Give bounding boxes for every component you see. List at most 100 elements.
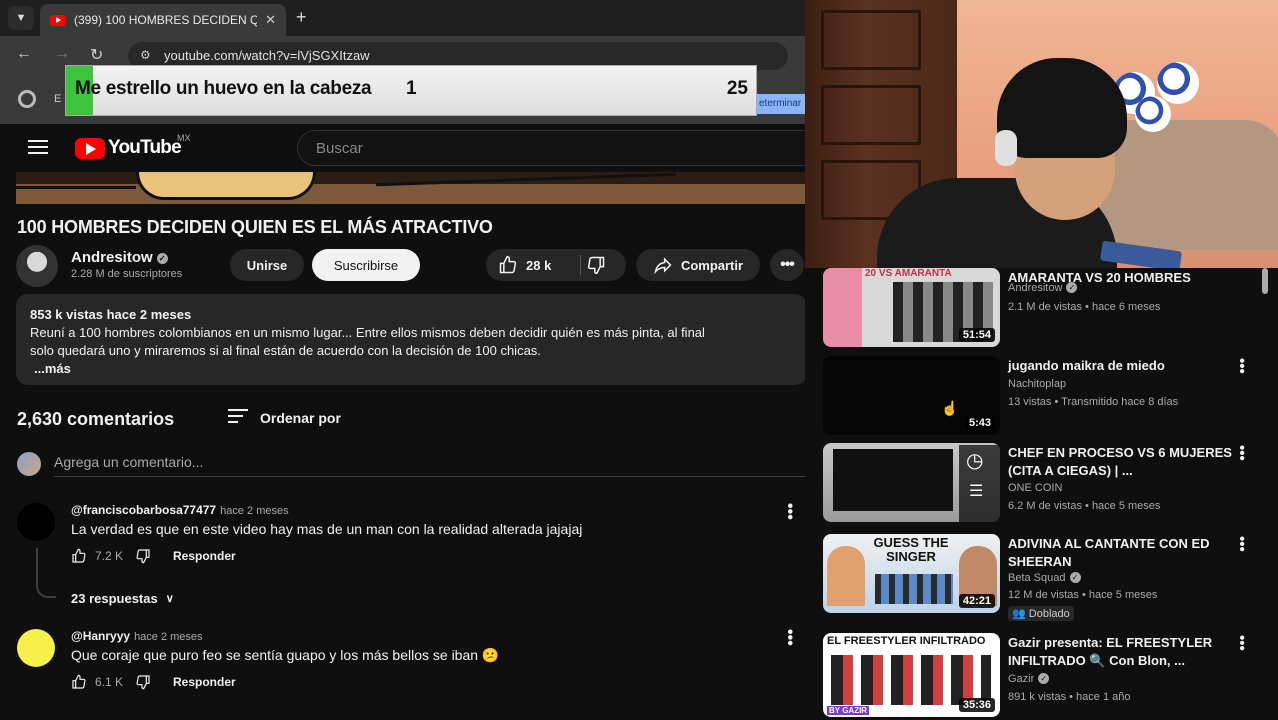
video-player[interactable]: [16, 172, 805, 204]
site-info-icon[interactable]: ⚙: [140, 48, 151, 62]
video-thumbnail[interactable]: ◷ ☰: [823, 443, 1000, 522]
headphones: [995, 130, 1017, 166]
search-input[interactable]: Buscar: [297, 130, 807, 166]
video-menu-icon[interactable]: •••: [1233, 536, 1250, 552]
youtube-logo[interactable]: YouTube: [75, 137, 182, 159]
share-button[interactable]: Compartir: [636, 249, 760, 281]
forward-icon[interactable]: →: [54, 45, 70, 63]
video-menu-icon[interactable]: •••: [1233, 635, 1250, 651]
youtube-play-icon: [75, 137, 105, 159]
verified-icon: ✓: [1069, 572, 1081, 583]
like-dislike-group: 28 k: [486, 249, 626, 281]
webcam-overlay: [805, 0, 1278, 268]
comment-text: Que coraje que puro feo se sentía guapo …: [71, 647, 500, 663]
video-meta: 891 k vistas • hace 1 año: [1008, 691, 1131, 703]
show-more-link[interactable]: ...más: [30, 360, 793, 378]
recommended-video[interactable]: EL FREESTYLER INFILTRADO BY GAZIR 35:36 …: [823, 633, 1273, 717]
like-count: 28 k: [526, 257, 552, 273]
recommended-video[interactable]: GUESS THE SINGER 42:21 ADIVINA AL CANTAN…: [823, 534, 1273, 621]
country-code: MX: [177, 133, 191, 143]
comment-avatar[interactable]: [17, 503, 55, 541]
scrollbar-thumb[interactable]: [1262, 268, 1268, 294]
close-icon[interactable]: ✕: [265, 12, 276, 28]
thumbs-down-icon[interactable]: [135, 674, 151, 690]
thumbs-up-icon[interactable]: [71, 674, 87, 690]
sidebar-scrollbar[interactable]: [1262, 268, 1270, 720]
channel-name[interactable]: Nachitoplap: [1008, 378, 1066, 390]
channel-name-text: Andresitow: [71, 249, 153, 266]
video-title[interactable]: ADIVINA AL CANTANTE CON ED SHEERAN: [1008, 535, 1234, 571]
recommended-video[interactable]: 20 VS AMARANTA 51:54 AMARANTA VS 20 HOMB…: [823, 268, 1273, 352]
more-actions-button[interactable]: •••: [770, 249, 804, 281]
channel-name[interactable]: Gazir ✓: [1008, 673, 1050, 685]
bookmark-item[interactable]: E: [54, 93, 61, 105]
video-menu-icon[interactable]: •••: [1233, 445, 1250, 461]
channel-name[interactable]: Andresitow ✓: [71, 249, 168, 266]
dubbed-badge: 👥 Doblado: [1008, 606, 1074, 621]
comment-text: La verdad es que en este video hay mas d…: [71, 521, 583, 537]
description-line-2: solo quedará uno y miraremos si al final…: [30, 343, 541, 358]
channel-name[interactable]: Andresitow ✓: [1008, 282, 1078, 294]
stream-overlay-bar: Me estrello un huevo en la cabeza 1 25: [65, 65, 757, 116]
recommended-video[interactable]: ◷ ☰ CHEF EN PROCESO VS 6 MUJERES (CITA A…: [823, 443, 1273, 527]
replies-label: 23 respuestas: [71, 591, 158, 606]
duration-badge: 35:36: [958, 698, 995, 712]
comment-avatar[interactable]: [17, 629, 55, 667]
comment-menu-icon[interactable]: •••: [780, 503, 798, 520]
verified-icon: ✓: [1038, 673, 1050, 684]
overlay-total: 25: [726, 78, 748, 99]
watch-later-icon[interactable]: ◷: [966, 448, 983, 473]
video-title[interactable]: Gazir presenta: EL FREESTYLER INFILTRADO…: [1008, 634, 1234, 670]
comment-author[interactable]: @franciscobarbosa77477: [71, 503, 216, 517]
chrome-icon[interactable]: [18, 90, 36, 108]
comment-header: @franciscobarbosa77477 hace 2 meses: [71, 503, 289, 517]
replies-toggle[interactable]: 23 respuestas ∨: [71, 591, 174, 606]
search-placeholder: Buscar: [316, 140, 363, 157]
verified-icon: ✓: [156, 253, 168, 264]
bookmark-item-right[interactable]: eterminar: [757, 94, 805, 114]
browser-tab[interactable]: (399) 100 HOMBRES DECIDEN Q ✕: [40, 4, 286, 36]
back-icon[interactable]: ←: [16, 45, 32, 63]
comment-count: 2,630 comentarios: [17, 409, 175, 429]
channel-name[interactable]: Beta Squad ✓: [1008, 572, 1081, 584]
thumbs-down-icon: [587, 256, 605, 275]
video-thumbnail[interactable]: 20 VS AMARANTA 51:54: [823, 268, 1000, 347]
subscribe-button[interactable]: Suscribirse: [312, 249, 420, 281]
reply-button[interactable]: Responder: [173, 549, 236, 563]
video-title: 100 HOMBRES DECIDEN QUIEN ES EL MÁS ATRA…: [17, 217, 493, 237]
comment-menu-icon[interactable]: •••: [780, 629, 798, 646]
join-button[interactable]: Unirse: [230, 249, 304, 281]
comment-time: hace 2 meses: [220, 505, 289, 517]
channel-avatar[interactable]: [16, 245, 58, 287]
reply-button[interactable]: Responder: [173, 675, 236, 689]
comment-author[interactable]: @Hanryyy: [71, 629, 130, 643]
dislike-button[interactable]: [586, 255, 606, 280]
recommended-video[interactable]: ☝ 5:43 jugando maikra de miedo Nachitopl…: [823, 356, 1273, 440]
thumbs-up-icon[interactable]: [71, 548, 87, 564]
video-menu-icon[interactable]: •••: [1233, 358, 1250, 374]
thumbnail-screen: [833, 449, 953, 511]
video-title[interactable]: CHEF EN PROCESO VS 6 MUJERES (CITA A CIE…: [1008, 444, 1234, 480]
reload-icon[interactable]: ↻: [90, 45, 103, 65]
tab-search-button[interactable]: ▼: [8, 6, 34, 30]
video-thumbnail[interactable]: GUESS THE SINGER 42:21: [823, 534, 1000, 613]
thumbs-down-icon[interactable]: [135, 548, 151, 564]
menu-icon[interactable]: [28, 140, 48, 154]
browser-tab-bar: ▼ (399) 100 HOMBRES DECIDEN Q ✕ +: [0, 0, 805, 36]
recommendations-sidebar: 20 VS AMARANTA 51:54 AMARANTA VS 20 HOMB…: [805, 268, 1278, 720]
overlay-count: 1: [406, 78, 417, 99]
add-comment-input[interactable]: Agrega un comentario...: [54, 454, 203, 470]
video-title[interactable]: jugando maikra de miedo: [1008, 357, 1234, 375]
dubbed-icon: 👥: [1012, 608, 1026, 620]
sort-button[interactable]: Ordenar por: [228, 409, 341, 427]
channel-name[interactable]: ONE COIN: [1008, 482, 1062, 494]
new-tab-button[interactable]: +: [296, 7, 307, 28]
video-meta: 2.1 M de vistas • hace 6 meses: [1008, 301, 1161, 313]
description-box[interactable]: 853 k vistas hace 2 meses Reuní a 100 ho…: [16, 294, 807, 385]
add-to-queue-icon[interactable]: ☰: [969, 481, 983, 501]
video-thumbnail[interactable]: EL FREESTYLER INFILTRADO BY GAZIR 35:36: [823, 633, 1000, 717]
video-thumbnail[interactable]: ☝ 5:43: [823, 356, 1000, 435]
share-label: Compartir: [680, 257, 744, 273]
like-button[interactable]: 28 k: [498, 255, 551, 275]
youtube-header: YouTube MX Buscar: [0, 124, 807, 172]
